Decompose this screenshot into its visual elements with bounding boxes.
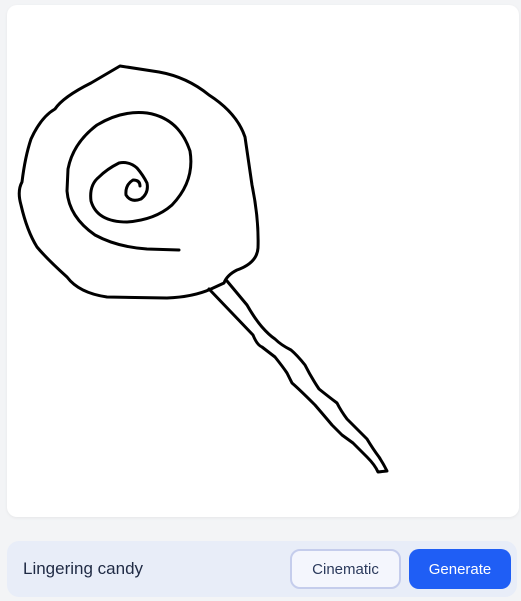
lollipop-spiral-stroke bbox=[65, 111, 193, 252]
lollipop-stick-stroke bbox=[207, 279, 389, 474]
prompt-bar: Cinematic Generate bbox=[7, 541, 517, 597]
generate-button[interactable]: Generate bbox=[409, 549, 511, 589]
drawing-canvas[interactable] bbox=[7, 5, 519, 517]
prompt-input[interactable] bbox=[23, 541, 273, 597]
sketch-drawing bbox=[17, 64, 389, 474]
style-select-button[interactable]: Cinematic bbox=[290, 549, 401, 589]
